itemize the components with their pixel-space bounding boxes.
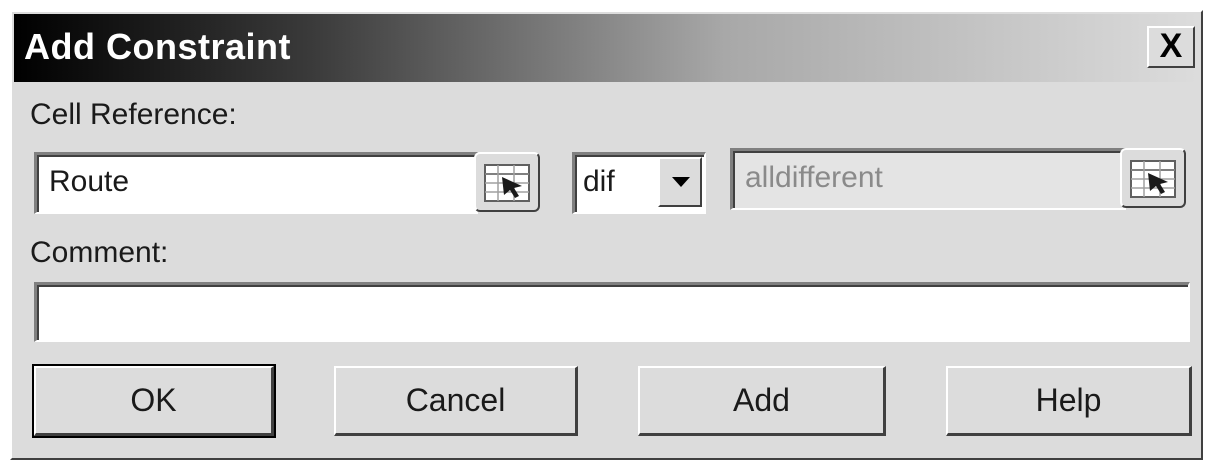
close-button[interactable]: X bbox=[1147, 26, 1195, 68]
title-bar[interactable]: Add Constraint X bbox=[14, 14, 1199, 82]
cell-reference-label: Cell Reference: bbox=[30, 98, 237, 131]
cell-reference-collapse-button[interactable] bbox=[474, 152, 540, 212]
operator-select[interactable]: dif bbox=[572, 152, 706, 214]
comment-input[interactable] bbox=[34, 282, 1190, 342]
cell-reference-input[interactable]: Route bbox=[34, 152, 478, 214]
cell-reference-value: Route bbox=[49, 165, 130, 198]
constraint-value: alldifferent bbox=[745, 161, 883, 194]
comment-label: Comment: bbox=[30, 236, 169, 269]
ok-button-label: OK bbox=[130, 382, 177, 418]
operator-dropdown-button[interactable] bbox=[658, 157, 702, 207]
add-button[interactable]: Add bbox=[638, 366, 886, 436]
cancel-button[interactable]: Cancel bbox=[334, 366, 578, 436]
add-button-label: Add bbox=[733, 382, 790, 418]
cancel-button-label: Cancel bbox=[405, 382, 506, 418]
triangle-down-icon bbox=[672, 177, 690, 187]
close-icon: X bbox=[1159, 27, 1183, 65]
dialog-title: Add Constraint bbox=[24, 26, 291, 67]
add-constraint-dialog: Add Constraint X Cell Reference: Route d… bbox=[10, 10, 1203, 460]
constraint-collapse-button[interactable] bbox=[1120, 148, 1186, 208]
collapse-dialog-icon bbox=[1130, 160, 1176, 198]
constraint-input[interactable]: alldifferent bbox=[730, 148, 1126, 210]
help-button[interactable]: Help bbox=[946, 366, 1192, 436]
collapse-dialog-icon bbox=[484, 164, 530, 202]
operator-selected-value: dif bbox=[583, 165, 615, 198]
ok-button[interactable]: OK bbox=[32, 364, 276, 438]
help-button-label: Help bbox=[1035, 382, 1102, 418]
